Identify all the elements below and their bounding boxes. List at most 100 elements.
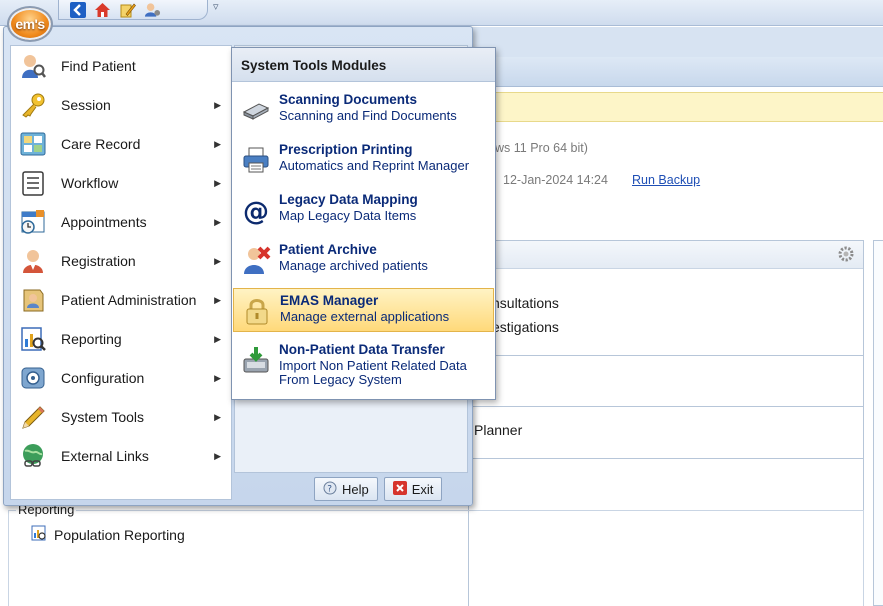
svg-text:?: ?	[327, 484, 332, 494]
scanner-icon	[239, 93, 273, 127]
menu-footer: ? Help Exit	[314, 477, 443, 501]
quick-access-toolbar: ▿	[0, 0, 883, 26]
menu-item-external-links[interactable]: External Links ▶	[11, 437, 231, 475]
population-reporting-label: Population Reporting	[54, 526, 185, 543]
find-patient-icon	[19, 52, 47, 80]
chevron-right-icon: ▶	[214, 411, 221, 422]
customize-toolbar-icon[interactable]: ▿	[213, 0, 219, 13]
menu-item-label: Reporting	[61, 331, 122, 347]
submenu-item-patient-archive[interactable]: Patient Archive Manage archived patients	[233, 238, 494, 286]
chevron-right-icon: ▶	[214, 138, 221, 149]
report-icon	[30, 524, 48, 545]
chevron-right-icon: ▶	[214, 333, 221, 344]
application-orb-button[interactable]: em's	[7, 6, 53, 42]
gear-icon[interactable]	[837, 245, 855, 266]
back-icon[interactable]	[69, 1, 86, 18]
submenu-item-title: Scanning Documents	[279, 92, 418, 107]
workflow-icon	[19, 169, 47, 197]
reporting-icon	[19, 325, 47, 353]
divider	[468, 458, 864, 459]
chevron-right-icon: ▶	[214, 216, 221, 227]
list-item[interactable]: Planner	[474, 422, 522, 438]
menu-item-reporting[interactable]: Reporting ▶	[11, 320, 231, 358]
system-tools-submenu: System Tools Modules Scanning Documents S…	[231, 47, 496, 400]
submenu-item-desc-line2: From Legacy System	[279, 372, 402, 387]
submenu-item-emas-manager[interactable]: EMAS Manager Manage external applications	[233, 288, 494, 332]
chevron-right-icon: ▶	[214, 177, 221, 188]
ribbon-tabs	[468, 57, 883, 87]
submenu-item-title: Prescription Printing	[279, 142, 413, 157]
divider	[468, 355, 864, 356]
menu-item-label: Registration	[61, 253, 136, 269]
submenu-item-title: Patient Archive	[279, 242, 377, 257]
submenu-item-title: Legacy Data Mapping	[279, 192, 418, 207]
menu-item-label: Appointments	[61, 214, 147, 230]
close-icon	[392, 480, 407, 498]
run-backup-link[interactable]: Run Backup	[632, 173, 700, 187]
submenu-item-desc: Manage archived patients	[279, 258, 428, 273]
panel-header	[469, 241, 863, 269]
menu-item-session[interactable]: Session ▶	[11, 86, 231, 124]
chevron-right-icon: ▶	[214, 99, 221, 110]
submenu-item-legacy-data-mapping[interactable]: @ Legacy Data Mapping Map Legacy Data Ite…	[233, 188, 494, 236]
exit-button[interactable]: Exit	[383, 477, 443, 501]
ribbon-area	[468, 27, 883, 57]
menu-item-registration[interactable]: Registration ▶	[11, 242, 231, 280]
menu-item-workflow[interactable]: Workflow ▶	[11, 164, 231, 202]
notification-bar	[468, 92, 883, 122]
submenu-item-desc: Map Legacy Data Items	[279, 208, 417, 223]
help-label: Help	[342, 481, 369, 497]
submenu-item-scanning-documents[interactable]: Scanning Documents Scanning and Find Docu…	[233, 88, 494, 136]
help-icon: ?	[323, 481, 337, 498]
submenu-item-prescription-printing[interactable]: Prescription Printing Automatics and Repr…	[233, 138, 494, 186]
menu-item-system-tools[interactable]: System Tools ▶	[11, 398, 231, 436]
edit-icon[interactable]	[119, 1, 136, 18]
submenu-item-title: Non-Patient Data Transfer	[279, 342, 445, 357]
menu-item-label: System Tools	[61, 409, 144, 425]
side-panel	[873, 240, 883, 606]
key-icon	[19, 91, 47, 119]
backup-date-text: 12-Jan-2024 14:24	[503, 173, 608, 187]
user-settings-icon[interactable]	[144, 1, 161, 18]
submenu-item-title: EMAS Manager	[280, 293, 379, 308]
menu-item-patient-administration[interactable]: Patient Administration ▶	[11, 281, 231, 319]
menu-item-label: Care Record	[61, 136, 141, 152]
appointments-icon	[19, 208, 47, 236]
menu-item-find-patient[interactable]: Find Patient	[11, 47, 231, 85]
lock-icon	[240, 294, 274, 328]
menu-item-label: External Links	[61, 448, 149, 464]
submenu-item-desc: Manage external applications	[280, 309, 450, 324]
registration-icon	[19, 247, 47, 275]
submenu-title: System Tools Modules	[232, 48, 495, 82]
at-sign-icon: @	[239, 193, 273, 227]
configuration-icon	[19, 364, 47, 392]
submenu-item-desc: Automatics and Reprint Manager	[279, 158, 470, 173]
app-logo: em's	[15, 16, 45, 32]
globe-icon	[19, 442, 47, 470]
home-icon[interactable]	[94, 1, 111, 18]
os-info-text: ws 11 Pro 64 bit)	[495, 141, 588, 155]
svg-text:@: @	[243, 197, 269, 225]
menu-item-care-record[interactable]: Care Record ▶	[11, 125, 231, 163]
data-transfer-icon	[239, 343, 273, 377]
quick-access-group	[58, 0, 208, 20]
exit-label: Exit	[411, 481, 434, 497]
menu-item-appointments[interactable]: Appointments ▶	[11, 203, 231, 241]
chevron-right-icon: ▶	[214, 294, 221, 305]
submenu-item-non-patient-data-transfer[interactable]: Non-Patient Data Transfer Import Non Pati…	[233, 338, 494, 398]
pencil-icon	[19, 403, 47, 431]
population-reporting-item[interactable]: Population Reporting	[30, 524, 185, 545]
menu-item-label: Configuration	[61, 370, 145, 386]
chevron-right-icon: ▶	[214, 450, 221, 461]
list-item[interactable]: estigations	[492, 319, 559, 335]
printer-icon	[239, 143, 273, 177]
help-button[interactable]: ? Help	[314, 477, 378, 501]
menu-item-label: Find Patient	[61, 58, 136, 74]
chevron-right-icon: ▶	[214, 255, 221, 266]
care-record-icon	[19, 130, 47, 158]
submenu-item-desc: Import Non Patient Related Data	[279, 358, 467, 373]
menu-item-label: Patient Administration	[61, 292, 197, 308]
menu-item-label: Session	[61, 97, 111, 113]
menu-item-configuration[interactable]: Configuration ▶	[11, 359, 231, 397]
list-item[interactable]: nsultations	[492, 295, 559, 311]
